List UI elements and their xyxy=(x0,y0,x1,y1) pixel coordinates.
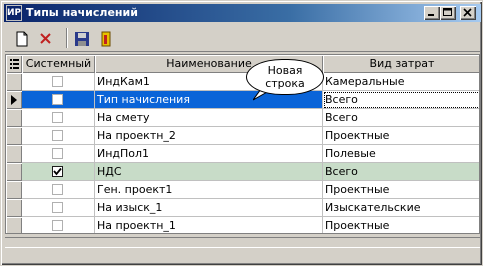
system-checkbox[interactable] xyxy=(52,166,63,177)
row-indicator[interactable] xyxy=(6,163,22,181)
new-row-button[interactable] xyxy=(11,28,33,50)
type-cell[interactable]: Проектные xyxy=(323,217,479,233)
system-checkbox[interactable] xyxy=(52,184,63,195)
app-window: ИР Типы начислений Системный Наименовани… xyxy=(0,0,483,266)
column-header-system[interactable]: Системный xyxy=(22,55,95,73)
table-row[interactable]: На смету Всего xyxy=(6,109,479,127)
grid-menu-icon xyxy=(10,59,19,69)
type-cell[interactable]: Полевые xyxy=(323,145,479,163)
table-row[interactable]: НДС Всего xyxy=(6,163,479,181)
system-checkbox[interactable] xyxy=(52,130,63,141)
column-header-type[interactable]: Вид затрат xyxy=(323,55,479,73)
system-cell[interactable] xyxy=(22,199,95,217)
name-cell[interactable]: На изыск_1 xyxy=(95,199,323,217)
system-checkbox[interactable] xyxy=(52,112,63,123)
table-row[interactable]: Ген. проект1 Проектные xyxy=(6,181,479,199)
app-icon: ИР xyxy=(6,5,22,21)
row-indicator[interactable] xyxy=(6,217,22,233)
tooltip-line-2: строка xyxy=(265,77,305,90)
maximize-icon xyxy=(443,8,452,16)
type-cell[interactable]: Проектные xyxy=(323,181,479,199)
type-cell[interactable]: Всего xyxy=(323,91,479,109)
table-row[interactable]: ИндПол1 Полевые xyxy=(6,145,479,163)
row-indicator-header[interactable] xyxy=(6,55,22,73)
system-checkbox[interactable] xyxy=(52,76,63,87)
title-bar[interactable]: ИР Типы начислений xyxy=(4,4,481,22)
type-cell[interactable]: Изыскательские xyxy=(323,199,479,217)
row-indicator[interactable] xyxy=(6,181,22,199)
type-cell[interactable]: Проектные xyxy=(323,127,479,145)
row-indicator[interactable] xyxy=(6,145,22,163)
table-row[interactable]: На проектн_1 Проектные xyxy=(6,217,479,233)
exit-icon xyxy=(101,31,111,47)
system-cell[interactable] xyxy=(22,217,95,233)
name-cell[interactable]: На проектн_2 xyxy=(95,127,323,145)
delete-icon xyxy=(40,33,51,44)
window-title: Типы начислений xyxy=(26,6,138,19)
maximize-button[interactable] xyxy=(440,6,456,20)
system-cell[interactable] xyxy=(22,73,95,91)
system-cell[interactable] xyxy=(22,163,95,181)
tooltip-line-1: Новая xyxy=(267,64,303,77)
system-cell[interactable] xyxy=(22,181,95,199)
save-button[interactable] xyxy=(71,28,93,50)
toolbar xyxy=(5,24,480,52)
status-bar xyxy=(5,237,480,247)
system-checkbox[interactable] xyxy=(52,148,63,159)
name-cell[interactable]: Ген. проект1 xyxy=(95,181,323,199)
system-cell[interactable] xyxy=(22,109,95,127)
close-icon xyxy=(463,8,472,17)
name-cell[interactable]: На смету xyxy=(95,109,323,127)
toolbar-separator xyxy=(66,28,68,48)
data-grid: Системный Наименование Вид затрат ИндКам… xyxy=(5,54,480,234)
type-cell[interactable]: Всего xyxy=(323,109,479,127)
current-row-arrow-icon xyxy=(11,95,17,105)
minimize-button[interactable] xyxy=(424,6,440,20)
system-checkbox[interactable] xyxy=(52,94,63,105)
table-row[interactable]: На изыск_1 Изыскательские xyxy=(6,199,479,217)
row-indicator[interactable] xyxy=(6,127,22,145)
type-cell[interactable]: Камеральные xyxy=(323,73,479,91)
new-row-tooltip: Новая строка xyxy=(246,59,324,95)
name-cell[interactable]: На проектн_1 xyxy=(95,217,323,233)
type-cell[interactable]: Всего xyxy=(323,163,479,181)
exit-button[interactable] xyxy=(95,28,117,50)
save-icon xyxy=(75,32,89,46)
delete-row-button[interactable] xyxy=(35,28,57,50)
row-indicator[interactable] xyxy=(6,73,22,91)
table-row[interactable]: ИндКам1 Камеральные xyxy=(6,73,479,91)
table-row[interactable]: На проектн_2 Проектные xyxy=(6,127,479,145)
name-cell[interactable]: НДС xyxy=(95,163,323,181)
row-indicator[interactable] xyxy=(6,109,22,127)
row-indicator[interactable] xyxy=(6,199,22,217)
table-row[interactable]: Тип начисления Всего xyxy=(6,91,479,109)
system-checkbox[interactable] xyxy=(52,202,63,213)
system-cell[interactable] xyxy=(22,145,95,163)
system-cell[interactable] xyxy=(22,127,95,145)
horizontal-scrollbar[interactable] xyxy=(5,247,480,261)
checkmark-icon xyxy=(53,167,62,176)
minimize-icon xyxy=(428,14,434,16)
system-cell[interactable] xyxy=(22,91,95,109)
system-checkbox[interactable] xyxy=(52,220,63,231)
row-indicator[interactable] xyxy=(6,91,22,109)
close-button[interactable] xyxy=(460,6,476,20)
new-icon xyxy=(16,31,28,47)
name-cell[interactable]: ИндПол1 xyxy=(95,145,323,163)
